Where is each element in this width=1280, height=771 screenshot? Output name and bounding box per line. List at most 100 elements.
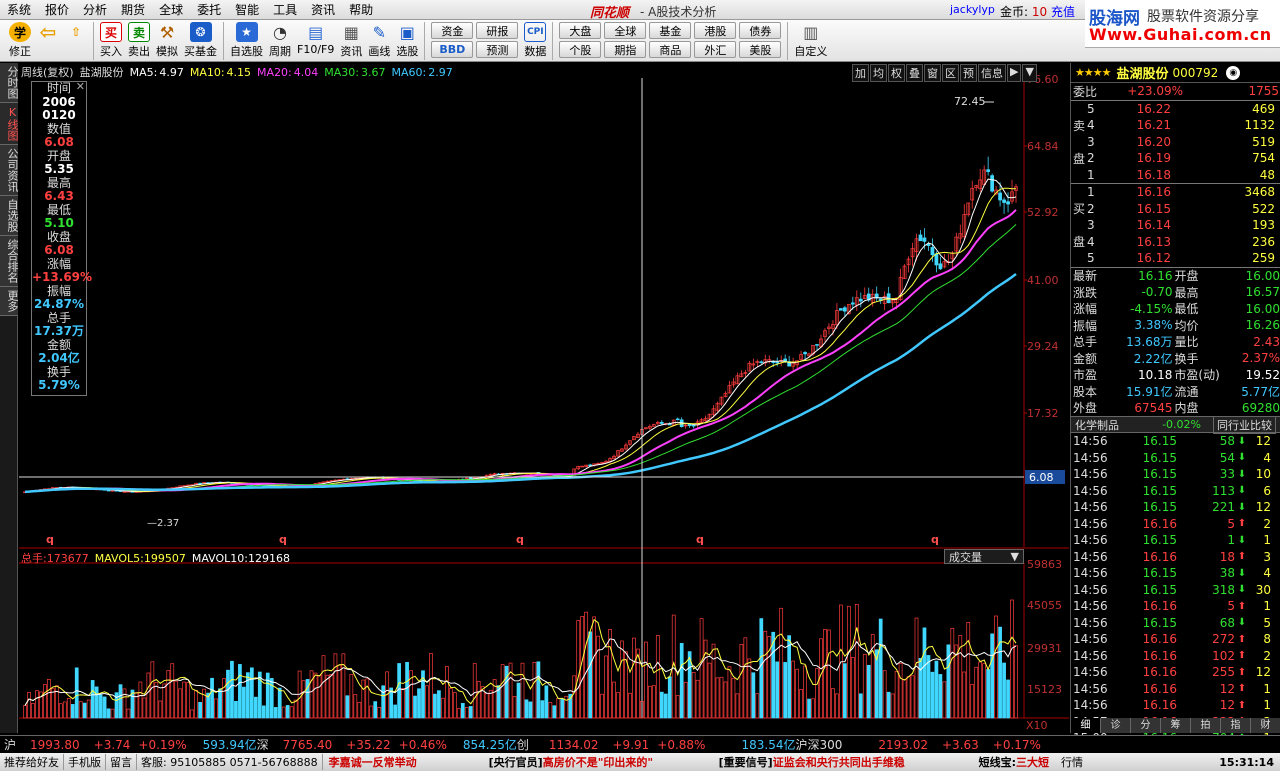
volume-bar <box>862 653 867 719</box>
short-line-item[interactable]: 短线宝:三大短 <box>973 754 1055 770</box>
recharge-link[interactable]: 充值 <box>1051 5 1075 19</box>
buy-fund-button[interactable]: ❂ 买基金 <box>181 20 220 60</box>
back-button[interactable]: ⇦ <box>34 20 62 60</box>
watchlist-button[interactable]: ★ 自选股 <box>227 20 266 60</box>
quote-tab[interactable]: 细 <box>1071 718 1101 733</box>
menu-global[interactable]: 全球 <box>152 1 190 18</box>
ask-level-row[interactable]: 卖 4 16.21 1132 <box>1071 117 1280 134</box>
quote-status[interactable]: 行情 <box>1055 754 1089 770</box>
volume-bar <box>86 699 91 719</box>
us-stock-button[interactable]: 美股 <box>739 41 782 58</box>
menu-analysis[interactable]: 分析 <box>76 1 114 18</box>
chart-tool-button[interactable]: ▼ <box>1022 64 1037 82</box>
news-button[interactable]: ▦ 资讯 <box>337 20 365 60</box>
simulate-button[interactable]: ⚒ 模拟 <box>153 20 181 60</box>
message-link[interactable]: 留言 <box>106 754 137 770</box>
menu-help[interactable]: 帮助 <box>342 1 380 18</box>
menu-smart[interactable]: 智能 <box>228 1 266 18</box>
tick-price: 16.16 <box>1142 516 1177 531</box>
tab-company-news[interactable]: 公司资讯 <box>0 145 19 196</box>
forecast-button[interactable]: 预测 <box>476 41 519 58</box>
menu-tools[interactable]: 工具 <box>266 1 304 18</box>
news-item-3[interactable]: [重要信号]证监会和央行共同出手维稳 <box>713 754 973 770</box>
chart-tool-button[interactable]: 权 <box>888 64 905 82</box>
up-button[interactable]: ⇧ <box>62 20 90 60</box>
cy-index[interactable]: 1134.02 <box>549 738 599 752</box>
mobile-link[interactable]: 手机版 <box>64 754 106 770</box>
forex-button[interactable]: 外汇 <box>694 41 737 58</box>
market-index-button[interactable]: 大盘 <box>559 22 602 39</box>
quote-tab[interactable]: 筹 <box>1161 718 1191 733</box>
index-futures-button[interactable]: 期指 <box>604 41 647 58</box>
industry-compare-button[interactable]: 同行业比较 <box>1213 415 1276 434</box>
menu-trade[interactable]: 委托 <box>190 1 228 18</box>
chart-tool-button[interactable]: 预 <box>960 64 977 82</box>
period-button[interactable]: ◔ 周期 <box>266 20 294 60</box>
tab-more[interactable]: 更多 <box>0 287 19 316</box>
ask-level-row[interactable]: 5 16.22 469 <box>1071 101 1280 118</box>
menu-quote[interactable]: 报价 <box>38 1 76 18</box>
data-button[interactable]: CPI 数据 <box>521 20 549 60</box>
menu-futures[interactable]: 期货 <box>114 1 152 18</box>
sell-button[interactable]: 卖卖出 <box>125 20 153 60</box>
tick-volume: 255 <box>1212 665 1235 680</box>
quote-tab[interactable]: 财 <box>1251 718 1280 733</box>
tab-kline[interactable]: K线图 <box>0 103 19 145</box>
bid-level-row[interactable]: 买 2 16.15 522 <box>1071 201 1280 218</box>
f10-button[interactable]: ▤ F10/F9 <box>294 20 337 60</box>
quote-tab[interactable]: 指 <box>1221 718 1251 733</box>
ask-level-row[interactable]: 盘 2 16.19 754 <box>1071 150 1280 167</box>
volume-bar <box>126 708 131 719</box>
ask-level-row[interactable]: 1 16.18 48 <box>1071 167 1280 184</box>
menu-system[interactable]: 系统 <box>0 1 38 18</box>
draw-line-button[interactable]: ✎ 画线 <box>365 20 393 60</box>
sz-index[interactable]: 7765.40 <box>283 738 333 752</box>
fund-button[interactable]: 基金 <box>649 22 692 39</box>
kline-chart-panel[interactable]: 周线(复权) 盐湖股份 MA5: 4.97 MA10: 4.15 MA20: 4.04 MA30… <box>19 63 1069 733</box>
tab-intraday[interactable]: 分时图 <box>0 63 19 103</box>
quote-tab[interactable]: 拍 <box>1191 718 1221 733</box>
indicator-select[interactable]: 成交量 ▼ <box>944 549 1024 564</box>
chart-tool-button[interactable]: ▶ <box>1007 64 1022 82</box>
fund-flow-button[interactable]: 资金 <box>431 22 474 39</box>
stock-info-icon[interactable]: ◉ <box>1226 65 1241 80</box>
close-icon[interactable]: ✕ <box>76 80 85 94</box>
tab-watchlist[interactable]: 自选股 <box>0 196 19 236</box>
global-button[interactable]: 全球 <box>604 22 647 39</box>
customize-button[interactable]: ▥ 自定义 <box>791 20 830 60</box>
stock-screen-button[interactable]: ▣ 选股 <box>393 20 421 60</box>
hs300-index[interactable]: 2193.02 <box>878 738 928 752</box>
bid-level-row[interactable]: 3 16.14 193 <box>1071 217 1280 234</box>
tab-ranking[interactable]: 综合排名 <box>0 236 19 287</box>
research-button[interactable]: 研报 <box>476 22 519 39</box>
commodity-button[interactable]: 商品 <box>649 41 692 58</box>
menu-news[interactable]: 资讯 <box>304 1 342 18</box>
chart-tool-button[interactable]: 窗 <box>924 64 941 82</box>
bid-level-row[interactable]: 5 16.12 259 <box>1071 250 1280 267</box>
news-item-2[interactable]: [央行官员]高房价不是"印出来的" <box>483 754 713 770</box>
ask-level-row[interactable]: 3 16.20 519 <box>1071 134 1280 151</box>
tick-row: 14:56 16.16 12 ⬆ 1 <box>1071 697 1280 714</box>
chart-tool-button[interactable]: 区 <box>942 64 959 82</box>
hk-stock-button[interactable]: 港股 <box>694 22 737 39</box>
sh-index[interactable]: 1993.80 <box>30 738 80 752</box>
chart-tool-button[interactable]: 均 <box>870 64 887 82</box>
bbd-button[interactable]: BBD <box>431 41 474 58</box>
chart-tool-button[interactable]: 加 <box>852 64 869 82</box>
bid-level-row[interactable]: 盘 4 16.13 236 <box>1071 234 1280 251</box>
fix-button[interactable]: 学修正 <box>6 20 34 60</box>
volume-bar <box>405 662 409 719</box>
buy-button[interactable]: 买买入 <box>97 20 125 60</box>
bond-button[interactable]: 债券 <box>739 22 782 39</box>
username[interactable]: jackylyp <box>950 3 995 16</box>
quote-tab[interactable]: 诊 <box>1101 718 1131 733</box>
chart-tool-button[interactable]: 叠 <box>906 64 923 82</box>
news-item-1[interactable]: 李嘉诚一反常举动 <box>323 754 483 770</box>
single-stock-button[interactable]: 个股 <box>559 41 602 58</box>
recommend-link[interactable]: 推荐给好友 <box>0 754 64 770</box>
tick-volume: 318 <box>1212 582 1235 597</box>
quote-tab[interactable]: 分 <box>1131 718 1161 733</box>
volume-bar <box>644 641 648 719</box>
bid-level-row[interactable]: 1 16.16 3468 <box>1071 184 1280 201</box>
chart-tool-button[interactable]: 信息 <box>978 64 1006 82</box>
